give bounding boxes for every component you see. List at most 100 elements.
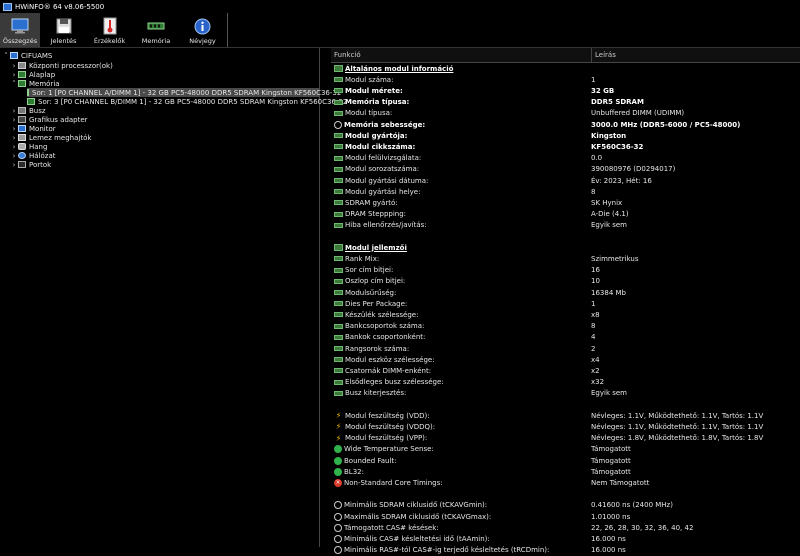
tree-item-memory-slot-1[interactable]: Sor: 1 [P0 CHANNEL A/DIMM 1] - 32 GB PC5…	[27, 88, 341, 97]
table-row[interactable]: Memória típusa: DDR5 SDRAM	[331, 97, 800, 108]
table-row[interactable]: Memória sebessége: 3000.0 MHz (DDR5-6000 …	[331, 119, 800, 130]
summary-label: Összegzés	[2, 37, 38, 45]
tree-item-label: Hálózat	[29, 151, 56, 160]
table-row[interactable]: Minimális CAS# késleltetési idő (tAAmin)…	[331, 533, 800, 544]
table-row[interactable]: ⚡ Modul feszültség (VPP): Névleges: 1.8V, …	[331, 433, 800, 444]
row-description: Támogatott	[591, 445, 631, 454]
table-row[interactable]: Minimális SDRAM ciklusidő (tCKAVGmin): 0.…	[331, 500, 800, 511]
table-row[interactable]: BL32: Támogatott	[331, 466, 800, 477]
sensors-button[interactable]: Érzékelők	[87, 13, 132, 47]
tree-item-memory-slot-3[interactable]: Sor: 3 [P0 CHANNEL B/DIMM 1] - 32 GB PC5…	[27, 97, 347, 106]
table-row[interactable]: Bankok csoportonként: 4	[331, 332, 800, 343]
tree-item-ports[interactable]: › Portok	[10, 160, 52, 169]
row-description: 16	[591, 266, 600, 275]
column-header-function[interactable]: Funkció	[334, 51, 361, 59]
table-row[interactable]: DRAM Steppping: A-Die (4.1)	[331, 209, 800, 220]
row-function-label: Wide Temperature Sense:	[344, 445, 434, 454]
table-row[interactable]: Minimális RAS#-tól CAS#-ig terjedő késle…	[331, 545, 800, 556]
table-row[interactable]: Modul mérete: 32 GB	[331, 85, 800, 96]
memory-button[interactable]: Memória	[132, 13, 180, 47]
table-row[interactable]: Bankcsoportok száma: 8	[331, 321, 800, 332]
expand-icon[interactable]: ›	[10, 62, 18, 70]
table-row[interactable]: Dies Per Package: 1	[331, 298, 800, 309]
expand-icon[interactable]: ›	[10, 152, 18, 160]
row-function: Modul felülvizsgálata:	[334, 154, 421, 162]
row-description: 10	[591, 277, 600, 286]
details-grid[interactable]: Funkció Leírás Általános modul informáci…	[331, 48, 800, 555]
table-row[interactable]: Rangsorok száma: 2	[331, 343, 800, 354]
table-row[interactable]: Rank Mix: Szimmetrikus	[331, 253, 800, 264]
tree-item-monitor[interactable]: › Monitor	[10, 124, 56, 133]
tree-item-drives[interactable]: › Lemez meghajtók	[10, 133, 92, 142]
table-row[interactable]: Csatornák DIMM-enként: x2	[331, 365, 800, 376]
expand-icon[interactable]: ›	[10, 107, 18, 115]
row-function: Minimális RAS#-tól CAS#-ig terjedő késle…	[334, 546, 549, 555]
table-row[interactable]: Sor cím bitjei: 16	[331, 265, 800, 276]
expand-icon[interactable]: ›	[10, 125, 18, 133]
expand-icon[interactable]: ›	[10, 143, 18, 151]
table-row[interactable]: Modul típusa: Unbuffered DIMM (UDIMM)	[331, 108, 800, 119]
table-row[interactable]: Busz kiterjesztés: Egyik sem	[331, 388, 800, 399]
row-function-label: Modul mérete:	[345, 86, 403, 95]
table-row[interactable]: Modul cikkszáma: KF560C36-32	[331, 141, 800, 152]
table-row[interactable]: Hiba ellenőrzés/javítás: Egyik sem	[331, 220, 800, 231]
collapse-icon[interactable]: ˅	[10, 80, 18, 88]
expand-icon[interactable]: ›	[10, 134, 18, 142]
row-description: 1	[591, 75, 596, 84]
memory-chip-icon	[334, 379, 343, 385]
tree-item-cpu[interactable]: › Központi processzor(ok)	[10, 61, 113, 70]
table-row[interactable]: SDRAM gyártó: SK Hynix	[331, 197, 800, 208]
table-row[interactable]: Modul gyártója: Kingston	[331, 130, 800, 141]
tree-item-label: Hang	[29, 142, 48, 151]
table-row[interactable]: Elsődleges busz szélessége: x32	[331, 377, 800, 388]
table-row[interactable]: Bounded Fault: Támogatott	[331, 455, 800, 466]
row-description: x4	[591, 355, 600, 364]
about-button[interactable]: Névjegy	[180, 13, 225, 47]
expand-icon[interactable]: ›	[10, 161, 18, 169]
report-button[interactable]: Jelentés	[40, 13, 87, 47]
table-row[interactable]: Modul gyártási dátuma: Év: 2023, Hét: 16	[331, 175, 800, 186]
row-function: ⚡ Modul feszültség (VDD):	[334, 411, 430, 420]
row-function-label: Modul száma:	[345, 75, 394, 84]
tree-item-audio[interactable]: › Hang	[10, 142, 48, 151]
table-row[interactable]: Modulsűrűség: 16384 Mb	[331, 287, 800, 298]
tree-item-label: Busz	[29, 106, 46, 115]
table-row[interactable]: ⚡ Modul feszültség (VDDQ): Névleges: 1.1V,…	[331, 421, 800, 432]
row-description: x8	[591, 310, 600, 319]
device-tree[interactable]: ˅ CIFUAMS › Központi processzor(ok) › Al…	[0, 48, 347, 547]
table-row[interactable]: × Non-Standard Core Timings: Nem Támogatot…	[331, 477, 800, 488]
expand-icon[interactable]: ›	[10, 71, 18, 79]
row-function-label: Minimális CAS# késleltetési idő (tAAmin)…	[344, 534, 490, 543]
table-row[interactable]: Oszlop cím bitjei: 10	[331, 276, 800, 287]
table-row[interactable]: ⚡ Modul feszültség (VDD): Névleges: 1.1V, …	[331, 410, 800, 421]
tree-root[interactable]: ˅ CIFUAMS	[2, 51, 52, 60]
table-row[interactable]: Modul eszköz szélessége: x4	[331, 354, 800, 365]
collapse-icon[interactable]: ˅	[2, 52, 10, 60]
info-icon	[194, 17, 212, 35]
tree-item-gpu[interactable]: › Grafikus adapter	[10, 115, 88, 124]
table-row[interactable]: Maximális SDRAM ciklusidő (tCKAVGmax): 1.…	[331, 511, 800, 522]
expand-icon[interactable]: ›	[10, 116, 18, 124]
table-row[interactable]: Modul felülvizsgálata: 0.0	[331, 153, 800, 164]
memory-chip-icon	[334, 312, 343, 318]
spacer-row	[331, 489, 800, 500]
section-header[interactable]: Általános modul információ	[331, 63, 800, 74]
tree-item-memory[interactable]: ˅ Memória	[10, 79, 59, 88]
section-header[interactable]: Modul jellemzői	[331, 242, 800, 253]
table-row[interactable]: Támogatott CAS# késések: 22, 26, 28, 30, …	[331, 522, 800, 533]
table-row[interactable]: Készülék szélessége: x8	[331, 309, 800, 320]
table-row[interactable]: Modul sorozatszáma: 390080976 (D0294017)	[331, 164, 800, 175]
tree-item-bus[interactable]: › Busz	[10, 106, 46, 115]
row-description: Egyik sem	[591, 389, 628, 398]
tree-item-network[interactable]: › Hálózat	[10, 151, 56, 160]
summary-button[interactable]: Összegzés	[0, 13, 40, 47]
table-row[interactable]: Modul száma: 1	[331, 74, 800, 85]
tree-item-motherboard[interactable]: › Alaplap	[10, 70, 56, 79]
row-function: Rank Mix:	[334, 255, 379, 263]
column-header-description[interactable]: Leírás	[591, 48, 616, 62]
row-function-label: Modul eszköz szélessége:	[345, 355, 435, 364]
row-function: SDRAM gyártó:	[334, 199, 398, 207]
table-row[interactable]: Modul gyártási helye: 8	[331, 186, 800, 197]
table-row[interactable]: Wide Temperature Sense: Támogatott	[331, 444, 800, 455]
row-function-label: Modul feszültség (VDDQ):	[345, 422, 436, 431]
